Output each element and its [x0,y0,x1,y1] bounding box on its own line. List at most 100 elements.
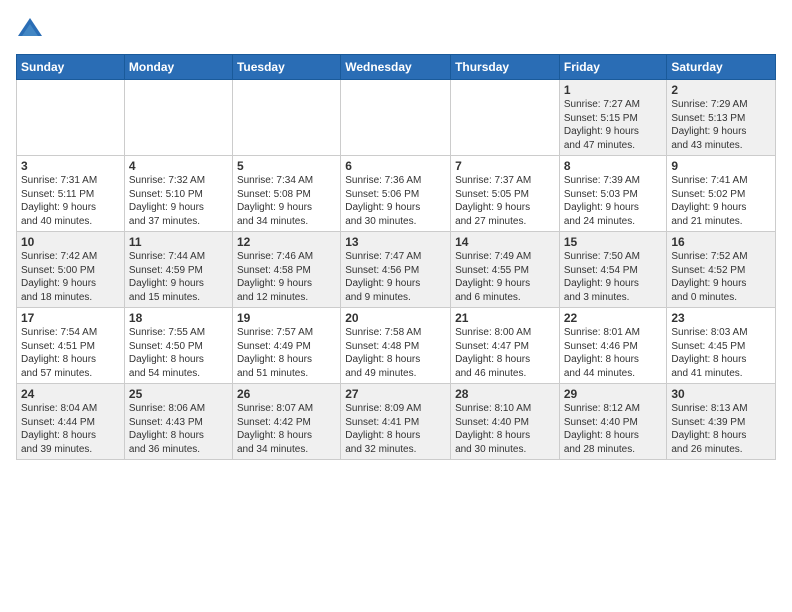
day-number: 9 [671,159,771,173]
calendar-week-row: 17Sunrise: 7:54 AM Sunset: 4:51 PM Dayli… [17,308,776,384]
day-number: 13 [345,235,446,249]
day-info: Sunrise: 8:04 AM Sunset: 4:44 PM Dayligh… [21,402,120,456]
logo-icon [16,16,44,44]
day-number: 18 [129,311,228,325]
calendar-cell: 9Sunrise: 7:41 AM Sunset: 5:02 PM Daylig… [667,156,776,232]
day-info: Sunrise: 8:07 AM Sunset: 4:42 PM Dayligh… [237,402,336,456]
calendar-cell: 28Sunrise: 8:10 AM Sunset: 4:40 PM Dayli… [451,384,560,460]
calendar-cell: 1Sunrise: 7:27 AM Sunset: 5:15 PM Daylig… [559,80,667,156]
day-number: 7 [455,159,555,173]
day-info: Sunrise: 7:52 AM Sunset: 4:52 PM Dayligh… [671,250,771,304]
calendar-week-row: 1Sunrise: 7:27 AM Sunset: 5:15 PM Daylig… [17,80,776,156]
weekday-header-friday: Friday [559,55,667,80]
day-number: 19 [237,311,336,325]
calendar-cell: 7Sunrise: 7:37 AM Sunset: 5:05 PM Daylig… [451,156,560,232]
calendar-week-row: 3Sunrise: 7:31 AM Sunset: 5:11 PM Daylig… [17,156,776,232]
day-number: 8 [564,159,663,173]
calendar-header: SundayMondayTuesdayWednesdayThursdayFrid… [17,55,776,80]
day-info: Sunrise: 7:39 AM Sunset: 5:03 PM Dayligh… [564,174,663,228]
calendar-cell: 12Sunrise: 7:46 AM Sunset: 4:58 PM Dayli… [232,232,340,308]
calendar-cell: 18Sunrise: 7:55 AM Sunset: 4:50 PM Dayli… [124,308,232,384]
day-info: Sunrise: 7:31 AM Sunset: 5:11 PM Dayligh… [21,174,120,228]
day-number: 5 [237,159,336,173]
calendar-cell: 25Sunrise: 8:06 AM Sunset: 4:43 PM Dayli… [124,384,232,460]
day-number: 23 [671,311,771,325]
calendar-cell: 10Sunrise: 7:42 AM Sunset: 5:00 PM Dayli… [17,232,125,308]
day-info: Sunrise: 8:01 AM Sunset: 4:46 PM Dayligh… [564,326,663,380]
calendar-cell: 24Sunrise: 8:04 AM Sunset: 4:44 PM Dayli… [17,384,125,460]
weekday-header-thursday: Thursday [451,55,560,80]
day-info: Sunrise: 7:58 AM Sunset: 4:48 PM Dayligh… [345,326,446,380]
day-number: 20 [345,311,446,325]
calendar-cell: 19Sunrise: 7:57 AM Sunset: 4:49 PM Dayli… [232,308,340,384]
day-info: Sunrise: 7:49 AM Sunset: 4:55 PM Dayligh… [455,250,555,304]
calendar-week-row: 10Sunrise: 7:42 AM Sunset: 5:00 PM Dayli… [17,232,776,308]
day-number: 12 [237,235,336,249]
header [16,16,776,44]
day-info: Sunrise: 7:34 AM Sunset: 5:08 PM Dayligh… [237,174,336,228]
day-number: 15 [564,235,663,249]
day-number: 14 [455,235,555,249]
calendar-cell [341,80,451,156]
day-number: 3 [21,159,120,173]
day-info: Sunrise: 7:27 AM Sunset: 5:15 PM Dayligh… [564,98,663,152]
calendar-cell [124,80,232,156]
day-info: Sunrise: 8:03 AM Sunset: 4:45 PM Dayligh… [671,326,771,380]
day-number: 25 [129,387,228,401]
calendar-body: 1Sunrise: 7:27 AM Sunset: 5:15 PM Daylig… [17,80,776,460]
day-number: 6 [345,159,446,173]
page: SundayMondayTuesdayWednesdayThursdayFrid… [0,0,792,612]
calendar-cell: 4Sunrise: 7:32 AM Sunset: 5:10 PM Daylig… [124,156,232,232]
day-info: Sunrise: 7:46 AM Sunset: 4:58 PM Dayligh… [237,250,336,304]
weekday-header-row: SundayMondayTuesdayWednesdayThursdayFrid… [17,55,776,80]
day-number: 16 [671,235,771,249]
day-info: Sunrise: 8:10 AM Sunset: 4:40 PM Dayligh… [455,402,555,456]
day-info: Sunrise: 7:37 AM Sunset: 5:05 PM Dayligh… [455,174,555,228]
calendar-cell: 8Sunrise: 7:39 AM Sunset: 5:03 PM Daylig… [559,156,667,232]
day-info: Sunrise: 8:09 AM Sunset: 4:41 PM Dayligh… [345,402,446,456]
calendar-table: SundayMondayTuesdayWednesdayThursdayFrid… [16,54,776,460]
calendar-cell: 26Sunrise: 8:07 AM Sunset: 4:42 PM Dayli… [232,384,340,460]
calendar-cell: 15Sunrise: 7:50 AM Sunset: 4:54 PM Dayli… [559,232,667,308]
day-info: Sunrise: 7:42 AM Sunset: 5:00 PM Dayligh… [21,250,120,304]
calendar-cell: 27Sunrise: 8:09 AM Sunset: 4:41 PM Dayli… [341,384,451,460]
day-info: Sunrise: 7:57 AM Sunset: 4:49 PM Dayligh… [237,326,336,380]
day-number: 4 [129,159,228,173]
calendar-cell: 17Sunrise: 7:54 AM Sunset: 4:51 PM Dayli… [17,308,125,384]
calendar-cell: 20Sunrise: 7:58 AM Sunset: 4:48 PM Dayli… [341,308,451,384]
day-number: 27 [345,387,446,401]
calendar-cell: 13Sunrise: 7:47 AM Sunset: 4:56 PM Dayli… [341,232,451,308]
day-number: 22 [564,311,663,325]
day-number: 26 [237,387,336,401]
calendar-cell: 11Sunrise: 7:44 AM Sunset: 4:59 PM Dayli… [124,232,232,308]
day-number: 29 [564,387,663,401]
calendar-cell: 29Sunrise: 8:12 AM Sunset: 4:40 PM Dayli… [559,384,667,460]
day-number: 21 [455,311,555,325]
calendar-cell [451,80,560,156]
day-info: Sunrise: 7:44 AM Sunset: 4:59 PM Dayligh… [129,250,228,304]
day-number: 10 [21,235,120,249]
weekday-header-monday: Monday [124,55,232,80]
calendar-cell: 21Sunrise: 8:00 AM Sunset: 4:47 PM Dayli… [451,308,560,384]
day-info: Sunrise: 8:12 AM Sunset: 4:40 PM Dayligh… [564,402,663,456]
day-info: Sunrise: 8:13 AM Sunset: 4:39 PM Dayligh… [671,402,771,456]
logo [16,16,48,44]
calendar-cell: 2Sunrise: 7:29 AM Sunset: 5:13 PM Daylig… [667,80,776,156]
day-number: 24 [21,387,120,401]
calendar-cell: 16Sunrise: 7:52 AM Sunset: 4:52 PM Dayli… [667,232,776,308]
day-info: Sunrise: 8:00 AM Sunset: 4:47 PM Dayligh… [455,326,555,380]
calendar-week-row: 24Sunrise: 8:04 AM Sunset: 4:44 PM Dayli… [17,384,776,460]
weekday-header-tuesday: Tuesday [232,55,340,80]
day-number: 1 [564,83,663,97]
weekday-header-wednesday: Wednesday [341,55,451,80]
day-number: 2 [671,83,771,97]
calendar-cell: 30Sunrise: 8:13 AM Sunset: 4:39 PM Dayli… [667,384,776,460]
day-info: Sunrise: 8:06 AM Sunset: 4:43 PM Dayligh… [129,402,228,456]
day-info: Sunrise: 7:32 AM Sunset: 5:10 PM Dayligh… [129,174,228,228]
day-number: 11 [129,235,228,249]
calendar-cell [232,80,340,156]
day-number: 28 [455,387,555,401]
calendar-cell: 6Sunrise: 7:36 AM Sunset: 5:06 PM Daylig… [341,156,451,232]
calendar-cell [17,80,125,156]
day-info: Sunrise: 7:50 AM Sunset: 4:54 PM Dayligh… [564,250,663,304]
